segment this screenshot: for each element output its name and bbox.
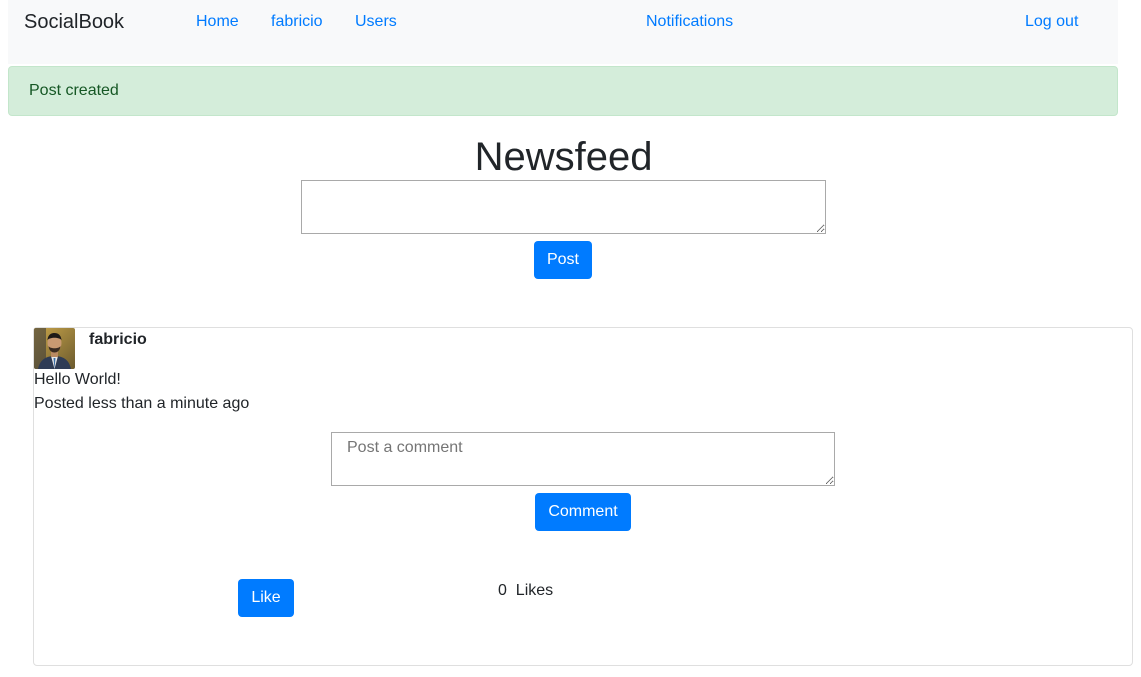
new-post-input[interactable] [301,180,826,234]
nav-link-profile[interactable]: fabricio [271,12,323,32]
like-button[interactable]: Like [238,579,294,617]
navbar: SocialBook Home fabricio Users Notificat… [8,0,1118,64]
success-alert: Post created [8,66,1118,116]
nav-link-home[interactable]: Home [196,12,239,32]
alert-message: Post created [29,82,119,99]
post-body: Hello World! [34,371,121,388]
post-author[interactable]: fabricio [89,331,147,349]
likes-count: 0 Likes [498,582,553,600]
comment-input[interactable] [331,432,835,486]
page-title: Newsfeed [474,135,653,179]
post-button[interactable]: Post [534,241,592,279]
post-timestamp: Posted less than a minute ago [34,395,250,412]
avatar-image [34,328,75,369]
post-card: fabricio Hello World! Posted less than a… [33,327,1133,666]
comment-button[interactable]: Comment [535,493,631,531]
nav-link-logout[interactable]: Log out [1025,12,1078,32]
likes-number: 0 [498,582,507,599]
avatar [34,328,75,369]
likes-label: Likes [515,582,554,599]
nav-link-notifications[interactable]: Notifications [646,12,733,32]
nav-link-users[interactable]: Users [355,12,397,32]
brand-link[interactable]: SocialBook [24,10,124,34]
